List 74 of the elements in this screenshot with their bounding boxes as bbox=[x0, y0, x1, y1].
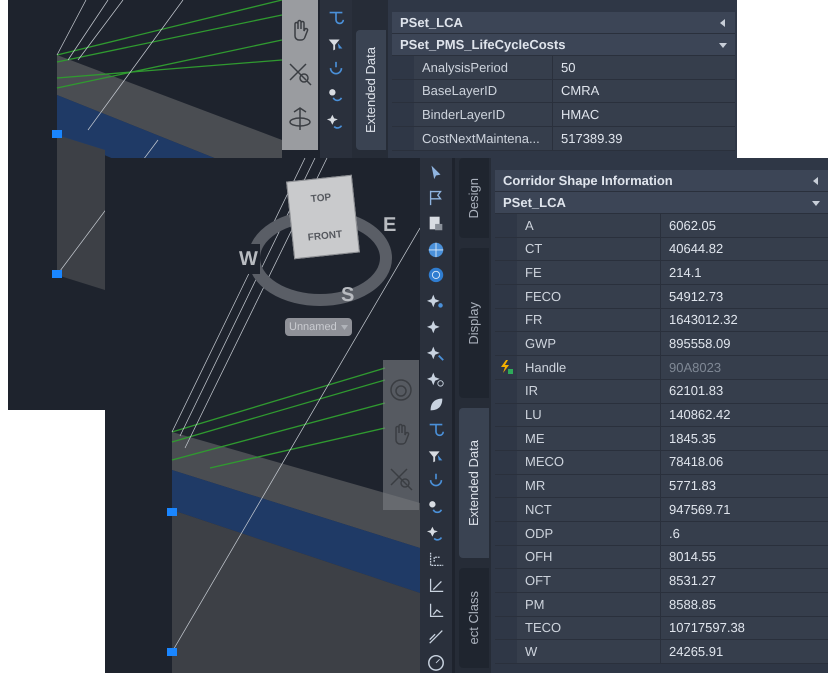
property-value[interactable]: 62101.83 bbox=[661, 380, 828, 402]
gauge-icon[interactable] bbox=[426, 653, 446, 673]
property-name: CT bbox=[517, 238, 661, 260]
zoom-icon[interactable] bbox=[287, 60, 313, 87]
property-name: OFH bbox=[517, 546, 661, 568]
property-name: GWP bbox=[517, 332, 661, 356]
compass-letter: S bbox=[341, 283, 354, 308]
property-name: NCT bbox=[517, 498, 661, 521]
caret-down-icon bbox=[719, 40, 727, 48]
property-set-header[interactable]: Corridor Shape Information bbox=[495, 170, 828, 192]
caret-down-icon bbox=[812, 198, 820, 206]
property-name: LU bbox=[517, 404, 661, 426]
property-set-header[interactable]: PSet_LCA bbox=[392, 12, 735, 34]
property-value[interactable]: .6 bbox=[661, 522, 828, 545]
property-value[interactable]: 54912.73 bbox=[661, 285, 828, 308]
side-tab[interactable]: ect Class bbox=[459, 568, 489, 668]
property-value[interactable]: 40644.82 bbox=[661, 238, 828, 260]
property-name: IR bbox=[517, 380, 661, 402]
property-value[interactable]: 6062.05 bbox=[661, 214, 828, 237]
property-name: W bbox=[517, 640, 661, 664]
property-set-title: PSet_LCA bbox=[400, 14, 463, 32]
property-value[interactable]: 8531.27 bbox=[661, 569, 828, 592]
orbit-icon[interactable] bbox=[288, 106, 312, 132]
property-name: MECO bbox=[517, 450, 661, 474]
caret-left-icon bbox=[719, 18, 727, 26]
side-tab[interactable]: Display bbox=[459, 248, 489, 398]
property-value[interactable]: 8014.55 bbox=[661, 546, 828, 568]
property-set-title: PSet_LCA bbox=[503, 194, 566, 212]
property-set-header[interactable]: PSet_LCA bbox=[495, 192, 828, 214]
property-name: CostNextMaintena... bbox=[414, 127, 553, 150]
viewcube[interactable]: TOP FRONT bbox=[286, 174, 360, 260]
property-name: ME bbox=[517, 427, 661, 450]
property-name: AnalysisPeriod bbox=[414, 56, 553, 79]
compass-letter: E bbox=[383, 213, 396, 238]
property-name: MR bbox=[517, 474, 661, 498]
property-name: A bbox=[517, 214, 661, 237]
property-set-title: PSet_PMS_LifeCycleCosts bbox=[400, 36, 566, 54]
property-name: TECO bbox=[517, 616, 661, 640]
side-tab[interactable]: Extended Data bbox=[356, 30, 386, 150]
property-value[interactable]: 1643012.32 bbox=[661, 308, 828, 332]
property-name: FECO bbox=[517, 285, 661, 308]
caret-left-icon bbox=[812, 176, 820, 184]
property-value[interactable]: 517389.39 bbox=[553, 127, 735, 150]
property-set-title: Corridor Shape Information bbox=[503, 172, 673, 190]
property-name: Handle bbox=[517, 356, 661, 379]
property-name: BaseLayerID bbox=[414, 80, 553, 102]
property-value[interactable]: 24265.91 bbox=[661, 640, 828, 664]
property-name: BinderLayerID bbox=[414, 103, 553, 126]
caret-down-icon bbox=[340, 324, 348, 330]
property-value[interactable]: 947569.71 bbox=[661, 498, 828, 521]
property-value[interactable]: 5771.83 bbox=[661, 474, 828, 498]
property-value[interactable]: 214.1 bbox=[661, 261, 828, 284]
property-value[interactable]: 140862.42 bbox=[661, 404, 828, 426]
property-name: OFT bbox=[517, 569, 661, 592]
property-name: PM bbox=[517, 593, 661, 616]
property-value[interactable]: 78418.06 bbox=[661, 450, 828, 474]
side-tab[interactable]: Extended Data bbox=[459, 408, 489, 558]
property-value[interactable]: HMAC bbox=[553, 103, 735, 126]
property-value[interactable]: 10717597.38 bbox=[661, 616, 828, 640]
property-value[interactable]: CMRA bbox=[553, 80, 735, 102]
viewcube-face-label: TOP bbox=[310, 190, 332, 207]
property-name: ODP bbox=[517, 522, 661, 545]
property-name: FR bbox=[517, 308, 661, 332]
property-value[interactable]: 50 bbox=[553, 56, 735, 79]
compass-letter: W bbox=[237, 244, 260, 274]
property-set-header[interactable]: PSet_PMS_LifeCycleCosts bbox=[392, 34, 735, 56]
globe-icon[interactable] bbox=[426, 240, 446, 260]
viewcube-face-label: FRONT bbox=[307, 228, 343, 246]
side-tab[interactable]: Design bbox=[459, 158, 489, 238]
property-value[interactable]: 895558.09 bbox=[661, 332, 828, 356]
lightning-icon bbox=[498, 359, 514, 376]
property-value[interactable]: 8588.85 bbox=[661, 593, 828, 616]
property-value[interactable]: 1845.35 bbox=[661, 427, 828, 450]
property-name: FE bbox=[517, 261, 661, 284]
